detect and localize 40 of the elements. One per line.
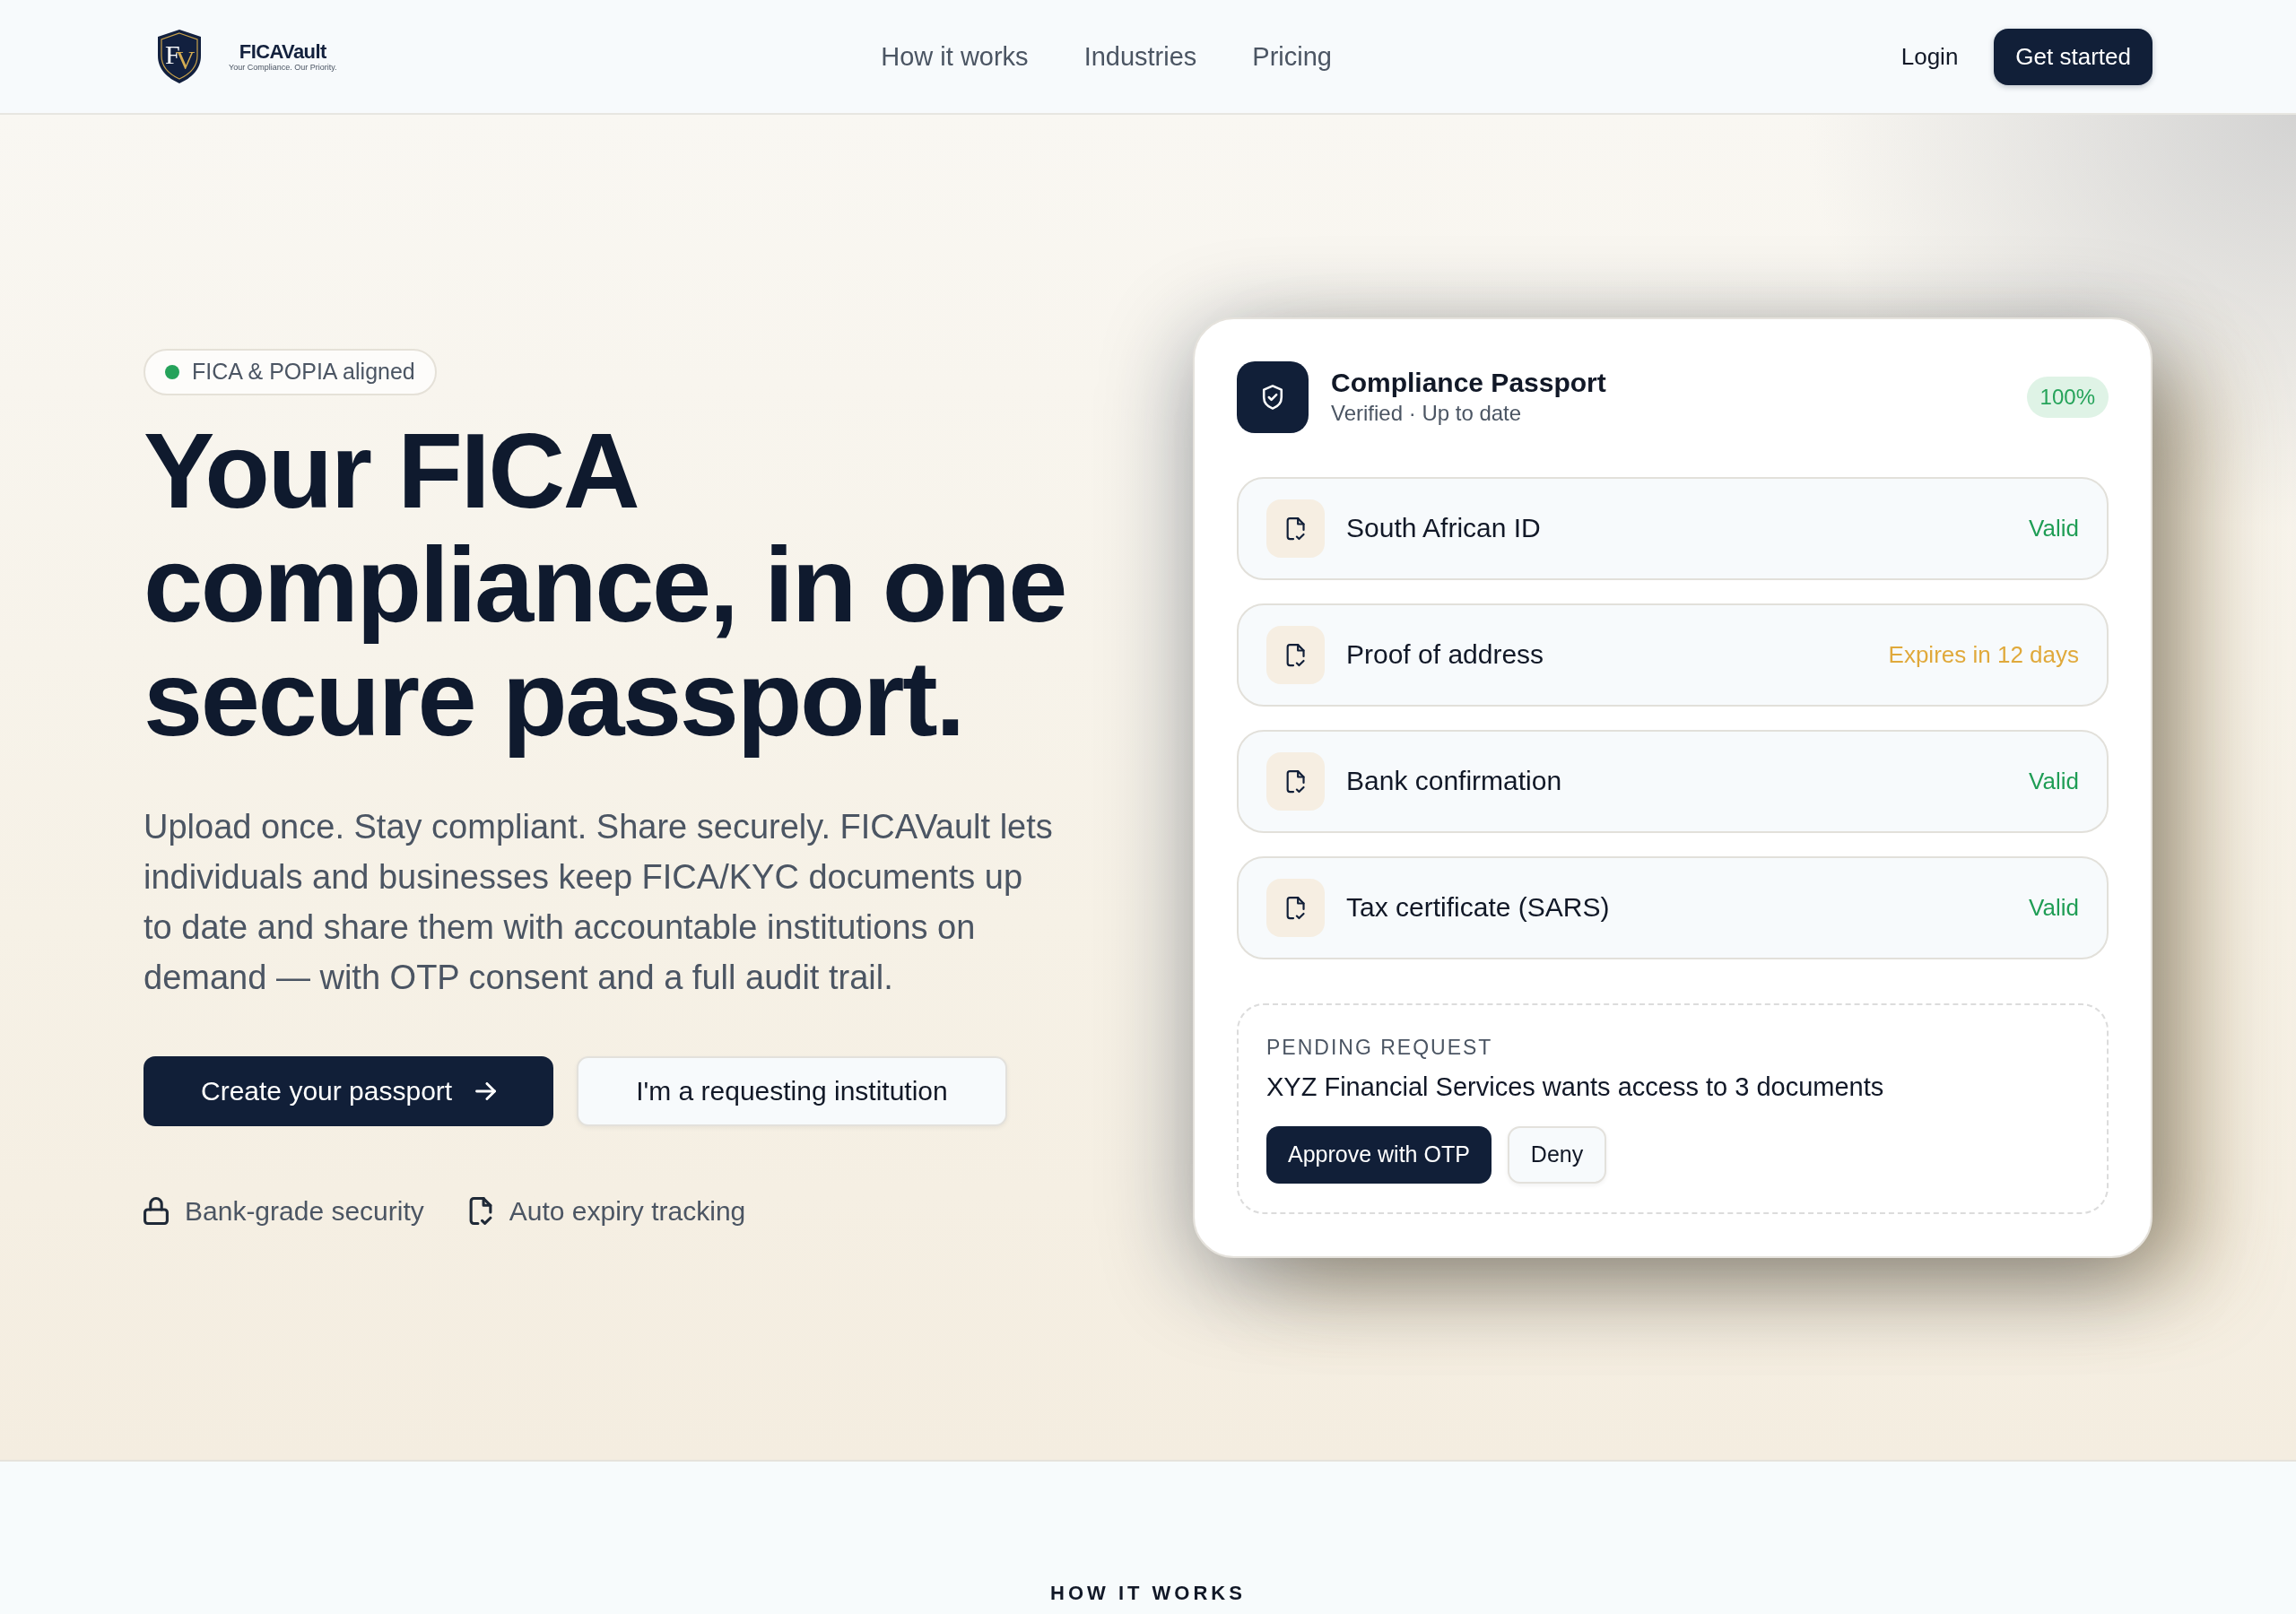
nav-link[interactable]: How it works [881,41,1029,72]
document-status: Valid [2029,767,2079,795]
card-title: Compliance Passport [1331,366,1607,399]
feature-label: Bank-grade security [185,1195,424,1227]
document-check-icon [1266,878,1325,937]
document-check-icon [1266,499,1325,558]
document-name: Tax certificate (SARS) [1346,892,1611,923]
shield-check-icon [1237,360,1309,433]
get-started-button[interactable]: Get started [1994,28,2152,85]
document-status: Valid [2029,514,2079,542]
create-passport-button[interactable]: Create your passport [144,1055,554,1126]
deny-button[interactable]: Deny [1507,1125,1607,1184]
logo-monogram: FV [165,41,191,68]
document-status: Expires in 12 days [1888,640,2079,669]
login-link[interactable]: Login [1900,42,1959,71]
request-message: XYZ Financial Services wants access to 3 documents [1266,1071,1884,1103]
institution-button[interactable]: I'm a requesting institution [577,1055,1007,1126]
nav-link[interactable]: Industries [1083,41,1197,72]
status-dot-icon [165,364,179,379]
document-name: Bank confirmation [1346,766,1563,796]
logo-wordmark: FICAVault [239,40,326,63]
logo-tagline: Your Compliance. Our Priority. [229,62,337,73]
section-eyebrow: HOW IT WORKS [1050,1582,1246,1605]
document-check-icon [467,1197,493,1225]
arrow-right-icon [475,1081,497,1100]
score-badge: 100% [2026,376,2109,418]
approve-button[interactable]: Approve with OTP [1266,1125,1492,1184]
request-label: PENDING REQUEST [1266,1034,1493,1061]
feature-label: Auto expiry tracking [509,1195,746,1227]
hero-description: Upload once. Stay compliant. Share securely. FICAVault lets individuals and businesses keep FICA/KYC documents up to date and share them with accountable institutions on demand — with OTP consent and a full audit trail. [144,806,1054,998]
nav-link[interactable]: Pricing [1252,41,1332,72]
shield-logo-icon [157,29,202,84]
document-check-icon [1266,625,1325,684]
badge-label: FICA & POPIA aligned [192,359,415,385]
document-name: Proof of address [1346,639,1545,670]
document-check-icon [1266,751,1325,811]
document-status: Valid [2029,893,2079,922]
document-name: South African ID [1346,513,1542,543]
card-subtitle: Verified · Up to date [1331,399,1523,427]
lock-icon [144,1197,169,1225]
